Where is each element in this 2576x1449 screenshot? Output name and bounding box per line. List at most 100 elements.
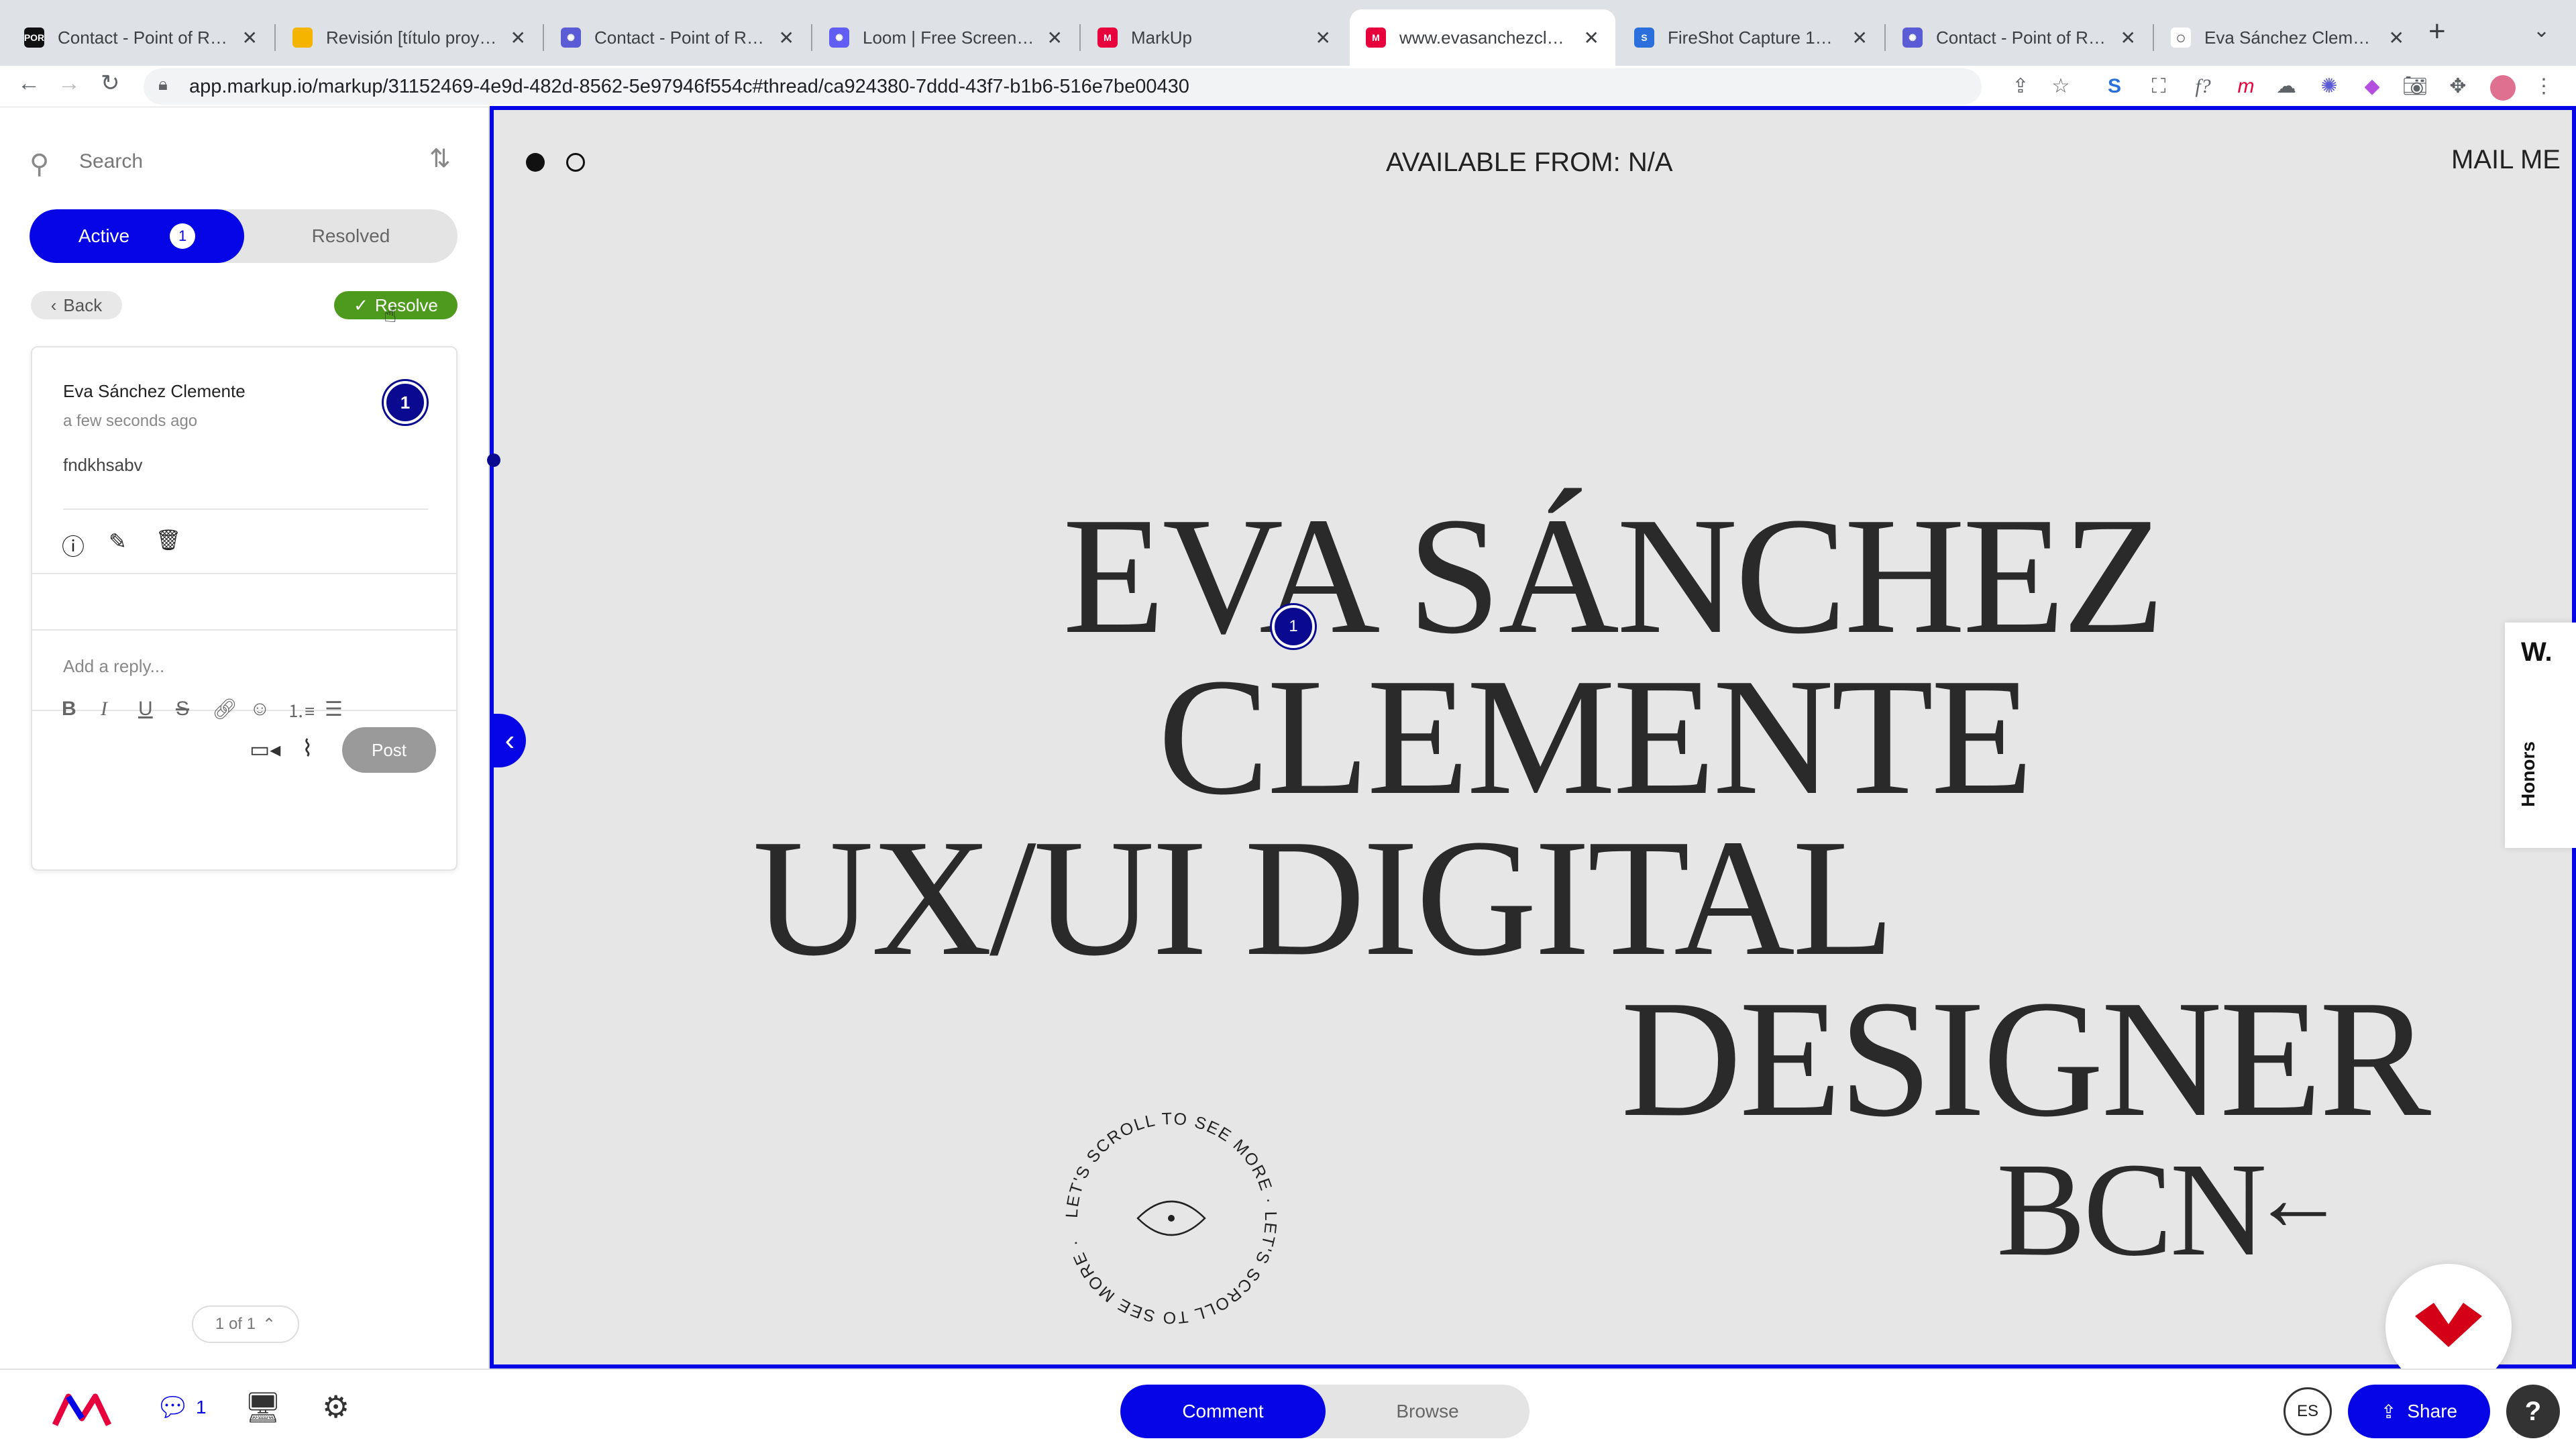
info-icon[interactable]: ⓘ <box>62 529 85 561</box>
comment-pin-badge[interactable]: 1 <box>384 381 427 424</box>
tab-close-icon[interactable]: ✕ <box>1584 27 1599 49</box>
italic-format-icon[interactable]: I <box>101 698 107 720</box>
search-input[interactable]: Search <box>79 150 143 173</box>
edit-pencil-icon[interactable]: ✎ <box>109 529 127 554</box>
ordered-list-icon[interactable]: ⒈≡ <box>287 698 315 722</box>
video-record-icon[interactable]: ▭◂ <box>250 737 280 762</box>
tab-close-icon[interactable]: ✕ <box>242 27 258 49</box>
fonts-extension-icon[interactable]: f? <box>2188 70 2218 103</box>
camera-extension-icon[interactable]: 📷︎ <box>2400 70 2430 103</box>
tab-close-icon[interactable]: ✕ <box>1852 27 1868 49</box>
share-button-label: Share <box>2407 1401 2458 1421</box>
browser-tab[interactable]: S FireShot Capture 1780 - ✕ <box>1618 9 1884 66</box>
pagination-control[interactable]: 1 of 1 ⌃ <box>192 1305 299 1343</box>
browser-tab[interactable]: ✺ Loom | Free Screen & Vi ✕ <box>813 9 1079 66</box>
active-count-badge: 1 <box>170 223 196 249</box>
browser-menu-icon[interactable]: ⋮ <box>2529 70 2559 103</box>
comment-pin-marker[interactable]: 1 <box>1272 605 1315 648</box>
sort-icon[interactable]: ⇅ <box>429 144 451 174</box>
browser-tab[interactable]: Revisión [título proyecto ✕ <box>276 9 542 66</box>
screenshot-extension-icon[interactable]: ⛶ <box>2144 70 2174 103</box>
tab-active[interactable]: Active 1 <box>30 209 244 263</box>
desktop-view-icon[interactable]: 🖥︎ <box>244 1390 282 1425</box>
tab-close-icon[interactable]: ✕ <box>1316 27 1331 49</box>
drag-handle[interactable] <box>487 453 500 467</box>
checkmark-icon: ✓ <box>354 294 368 315</box>
tab-title: Contact - Point of Refer <box>594 27 768 48</box>
dark-mode-dot[interactable] <box>526 153 545 172</box>
share-button[interactable]: ⇪ Share <box>2348 1385 2490 1438</box>
settings-gear-icon[interactable]: ⚙ <box>322 1389 350 1425</box>
back-arrow-icon[interactable]: ← <box>17 70 40 97</box>
tab-separator <box>1079 24 1081 51</box>
bold-format-icon[interactable]: B <box>62 698 76 720</box>
tab-close-icon[interactable]: ✕ <box>511 27 526 49</box>
lock-icon[interactable]: 🔒︎ <box>158 74 168 95</box>
tab-title: Contact - Point of Refer <box>58 27 231 48</box>
mode-toggle: Comment Browse <box>1120 1385 1529 1438</box>
markup-logo-icon[interactable] <box>52 1391 113 1429</box>
color-extension-icon[interactable]: ◆ <box>2357 70 2387 103</box>
browser-tab[interactable]: ✺ Contact - Point of Refer ✕ <box>1886 9 2152 66</box>
comments-bubble-icon[interactable]: 💬︎ <box>156 1391 190 1423</box>
tab-separator <box>543 24 544 51</box>
hero-line-designer: DESIGNER <box>1621 966 2431 1152</box>
collapse-sidebar-button[interactable]: ‹ <box>494 714 526 767</box>
browser-tab[interactable]: ✺ Contact - Point of Refer ✕ <box>545 9 810 66</box>
profile-avatar[interactable] <box>2490 75 2516 101</box>
strikethrough-format-icon[interactable]: S <box>176 698 189 720</box>
bookmark-star-icon[interactable]: ☆ <box>2046 70 2076 103</box>
hero-line-surname: CLEMENTE <box>1158 644 2033 830</box>
awwwards-honors-badge[interactable]: W. Honors <box>2505 623 2576 848</box>
emoji-icon[interactable]: ☺ <box>250 698 270 720</box>
attachment-clip-icon[interactable]: ⌇ <box>302 735 313 762</box>
tab-favicon-icon: ✺ <box>1902 28 1923 48</box>
tab-favicon-icon: M <box>1097 28 1118 48</box>
user-avatar[interactable]: ES <box>2284 1387 2332 1436</box>
comments-sidebar: ⚲ Search ⇅ Active 1 Resolved ‹ Back ✓ Re… <box>0 107 490 1368</box>
tab-close-icon[interactable]: ✕ <box>2389 27 2404 49</box>
tab-title: MarkUp <box>1131 27 1193 48</box>
extensions-puzzle-icon[interactable]: ✥ <box>2443 70 2473 103</box>
share-page-icon[interactable]: ⇪ <box>2006 70 2035 103</box>
browser-tab[interactable]: Mwww.evasanchezclemen ✕ <box>1350 9 1615 66</box>
reply-input[interactable]: Add a reply... <box>63 656 164 677</box>
reload-icon[interactable]: ↻ <box>101 70 120 97</box>
tab-search-chevron-icon[interactable]: ⌄ <box>2533 19 2550 42</box>
tab-close-icon[interactable]: ✕ <box>2121 27 2136 49</box>
post-button[interactable]: Post <box>342 727 436 773</box>
new-tab-button[interactable]: + <box>2428 15 2446 48</box>
markup-extension-icon[interactable]: m <box>2231 70 2261 103</box>
hero-line-name: EVA SÁNCHEZ <box>1063 483 2165 669</box>
underline-format-icon[interactable]: U <box>138 698 153 720</box>
cloud-extension-icon[interactable]: ☁ <box>2271 70 2301 103</box>
comment-timestamp: a few seconds ago <box>63 412 198 430</box>
hero-line-role: UX/UI DIGITAL <box>753 805 1894 991</box>
fireshot-extension-icon[interactable]: S <box>2100 70 2129 103</box>
browser-tab[interactable]: ○ Eva Sánchez Clemente ✕ <box>2155 9 2420 66</box>
tab-close-icon[interactable]: ✕ <box>1047 27 1063 49</box>
light-mode-dot[interactable] <box>566 153 585 172</box>
comment-mode-button[interactable]: Comment <box>1120 1385 1326 1438</box>
divider <box>63 508 428 510</box>
mouse-cursor-icon: ☝︎ <box>384 303 397 327</box>
tab-separator <box>1884 24 1886 51</box>
honors-logo: W. <box>2521 637 2553 667</box>
tab-resolved[interactable]: Resolved <box>244 209 458 263</box>
link-icon[interactable]: 🔗︎ <box>212 698 237 721</box>
help-button[interactable]: ? <box>2506 1385 2560 1438</box>
divider <box>32 629 456 631</box>
browser-tab[interactable]: POR Contact - Point of Refer ✕ <box>8 9 274 66</box>
forward-arrow-icon[interactable]: → <box>58 70 80 97</box>
back-button[interactable]: ‹ Back <box>31 291 122 319</box>
url-text: app.markup.io/markup/31152469-4e9d-482d-… <box>189 76 1189 97</box>
markup-canvas[interactable]: AVAILABLE FROM: N/A MAIL ME EVA SÁNCHEZ … <box>487 106 2576 1390</box>
bullet-list-icon[interactable]: ☰ <box>325 698 343 721</box>
browser-tab[interactable]: M MarkUp ✕ <box>1081 9 1347 66</box>
divider <box>32 710 456 711</box>
browse-mode-button[interactable]: Browse <box>1326 1385 1529 1438</box>
mail-me-link[interactable]: MAIL ME <box>2451 145 2561 175</box>
tab-close-icon[interactable]: ✕ <box>779 27 794 49</box>
loom-extension-icon[interactable]: ✺ <box>2314 70 2344 103</box>
trash-icon[interactable]: 🗑︎ <box>156 529 181 552</box>
